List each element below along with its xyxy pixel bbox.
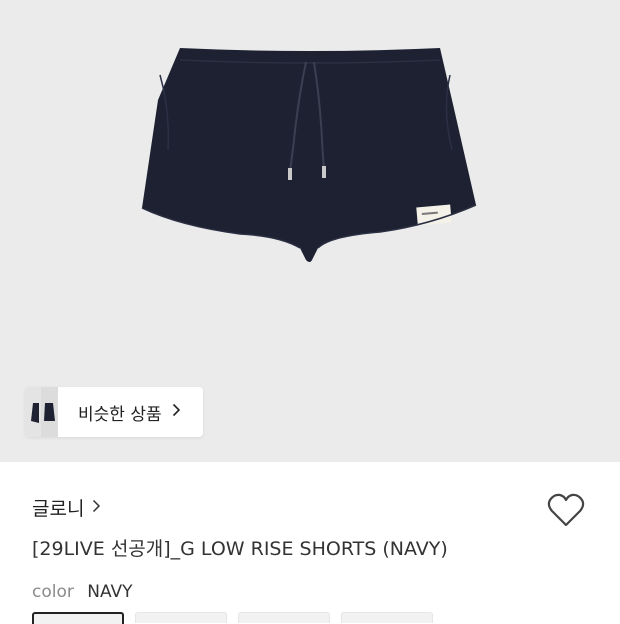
product-info: 글로니 [29LIVE 선공개]_G LOW RISE SHORTS (NAVY… (32, 494, 620, 560)
similar-products-button[interactable]: 비슷한 상품 (25, 387, 203, 437)
heart-icon[interactable] (547, 493, 585, 529)
product-image (141, 48, 477, 262)
similar-products-label: 비슷한 상품 (78, 404, 162, 425)
color-swatch[interactable] (238, 612, 330, 623)
similar-thumbnail (41, 387, 58, 437)
brand-name: 글로니 (32, 498, 85, 520)
color-label: color (32, 582, 74, 602)
color-swatch[interactable] (32, 612, 124, 624)
color-swatch[interactable] (341, 612, 433, 623)
similar-products-label-wrap: 비슷한 상품 (58, 387, 203, 437)
product-title: [29LIVE 선공개]_G LOW RISE SHORTS (NAVY) (32, 538, 448, 560)
color-row: color NAVY (32, 582, 133, 602)
color-swatches (32, 612, 433, 624)
color-value: NAVY (87, 582, 133, 602)
product-image-area[interactable]: 비슷한 상품 (0, 0, 620, 462)
chevron-right-icon (172, 402, 181, 422)
similar-thumbnail (25, 387, 41, 437)
color-swatch[interactable] (135, 612, 227, 623)
chevron-right-icon (92, 498, 101, 518)
brand-link[interactable]: 글로니 (32, 494, 620, 521)
